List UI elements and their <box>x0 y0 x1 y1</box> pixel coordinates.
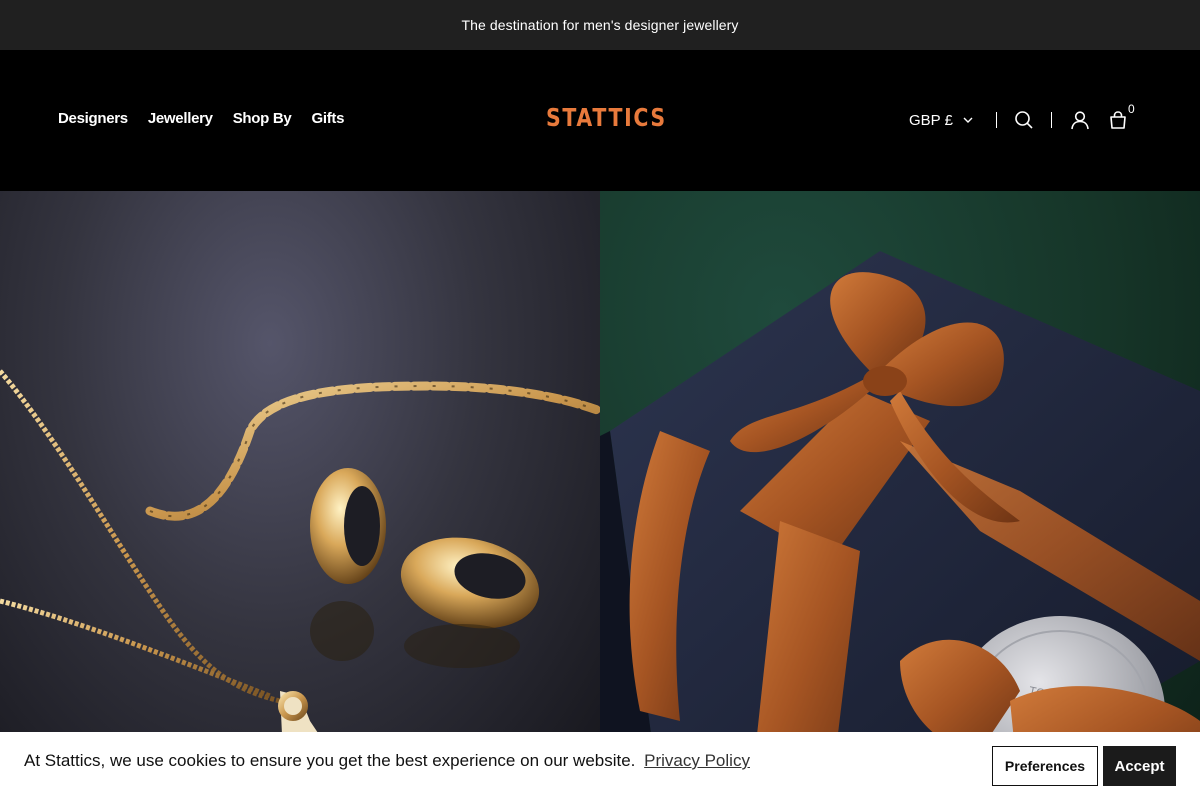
announcement-bar: The destination for men's designer jewel… <box>0 0 1200 50</box>
hero-banner: TOMWOOD <box>0 191 1200 800</box>
nav-item-jewellery[interactable]: Jewellery <box>148 110 213 127</box>
divider <box>995 112 997 128</box>
search-icon[interactable] <box>1014 110 1034 130</box>
cookie-message-text: At Stattics, we use cookies to ensure yo… <box>24 751 636 770</box>
nav-item-gifts[interactable]: Gifts <box>311 110 344 127</box>
hero-image-gift[interactable]: TOMWOOD <box>600 191 1200 800</box>
hero-image-jewellery[interactable] <box>0 191 600 800</box>
chevron-down-icon <box>962 114 974 126</box>
privacy-policy-link[interactable]: Privacy Policy <box>644 751 750 770</box>
accept-button[interactable]: Accept <box>1103 746 1176 786</box>
nav-item-shop-by[interactable]: Shop By <box>233 110 292 127</box>
main-nav: Designers Jewellery Shop By Gifts <box>58 110 344 127</box>
preferences-button[interactable]: Preferences <box>992 746 1098 786</box>
cart-count-badge: 0 <box>1128 102 1135 116</box>
header-tools: GBP £ <box>909 108 1128 132</box>
currency-label: GBP £ <box>909 111 953 129</box>
cookie-banner: At Stattics, we use cookies to ensure yo… <box>0 732 1200 800</box>
user-icon[interactable] <box>1070 110 1090 130</box>
nav-item-designers[interactable]: Designers <box>58 110 128 127</box>
cookie-message: At Stattics, we use cookies to ensure yo… <box>24 751 750 771</box>
currency-selector[interactable]: GBP £ <box>909 112 974 129</box>
divider <box>1050 112 1052 128</box>
brand-logo[interactable]: STATTICS <box>546 104 665 132</box>
site-header: Designers Jewellery Shop By Gifts STATTI… <box>0 50 1200 191</box>
announcement-text: The destination for men's designer jewel… <box>461 17 739 33</box>
shopping-bag-icon[interactable] <box>1108 110 1128 130</box>
